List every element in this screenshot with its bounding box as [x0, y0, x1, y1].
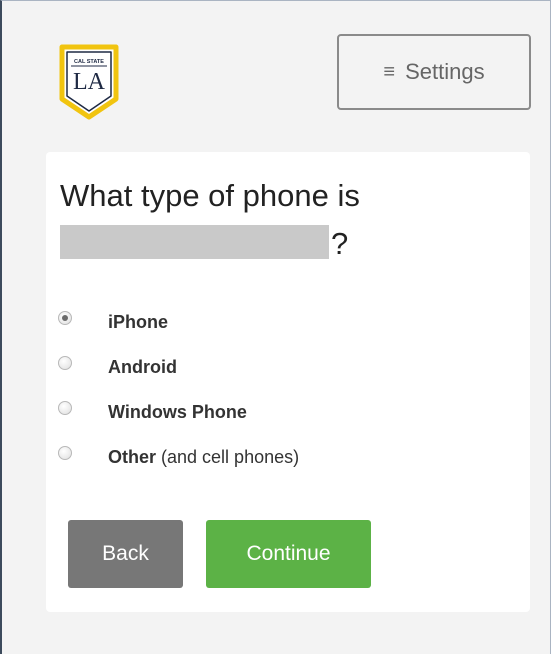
- back-button[interactable]: Back: [68, 520, 183, 588]
- radio-button-android[interactable]: [58, 355, 72, 370]
- option-label: Other: [108, 447, 157, 467]
- logo-top-text: CAL STATE: [74, 59, 104, 65]
- settings-label: Settings: [405, 59, 485, 84]
- redacted-name-block: [60, 225, 329, 259]
- question-card: What type of phone is ? iPhone Android W…: [46, 152, 530, 612]
- hamburger-menu-icon: ≡: [383, 60, 396, 83]
- question-heading: What type of phone is ?: [60, 172, 520, 268]
- app-frame: CAL STATE LA ≡ Settings What type of pho…: [0, 0, 551, 654]
- navigation-buttons: Back Continue: [68, 520, 371, 588]
- cal-state-la-logo: CAL STATE LA: [59, 44, 119, 120]
- option-android[interactable]: Android: [58, 345, 299, 390]
- radio-button-windows-phone[interactable]: [58, 400, 72, 415]
- radio-button-iphone[interactable]: [58, 310, 72, 325]
- option-iphone[interactable]: iPhone: [58, 300, 299, 345]
- question-mark: ?: [331, 226, 349, 261]
- option-windows-phone[interactable]: Windows Phone: [58, 390, 299, 435]
- option-other[interactable]: Other (and cell phones): [58, 435, 299, 480]
- settings-button[interactable]: ≡ Settings: [337, 34, 531, 110]
- continue-button[interactable]: Continue: [206, 520, 371, 588]
- phone-type-options: iPhone Android Windows Phone Other (and …: [58, 300, 299, 480]
- option-label: Android: [108, 357, 177, 377]
- question-text: What type of phone is: [60, 178, 360, 213]
- radio-button-other[interactable]: [58, 445, 72, 460]
- option-note: (and cell phones): [161, 447, 300, 467]
- logo-main-text: LA: [73, 69, 106, 95]
- option-label: iPhone: [108, 312, 169, 332]
- option-label: Windows Phone: [108, 402, 247, 422]
